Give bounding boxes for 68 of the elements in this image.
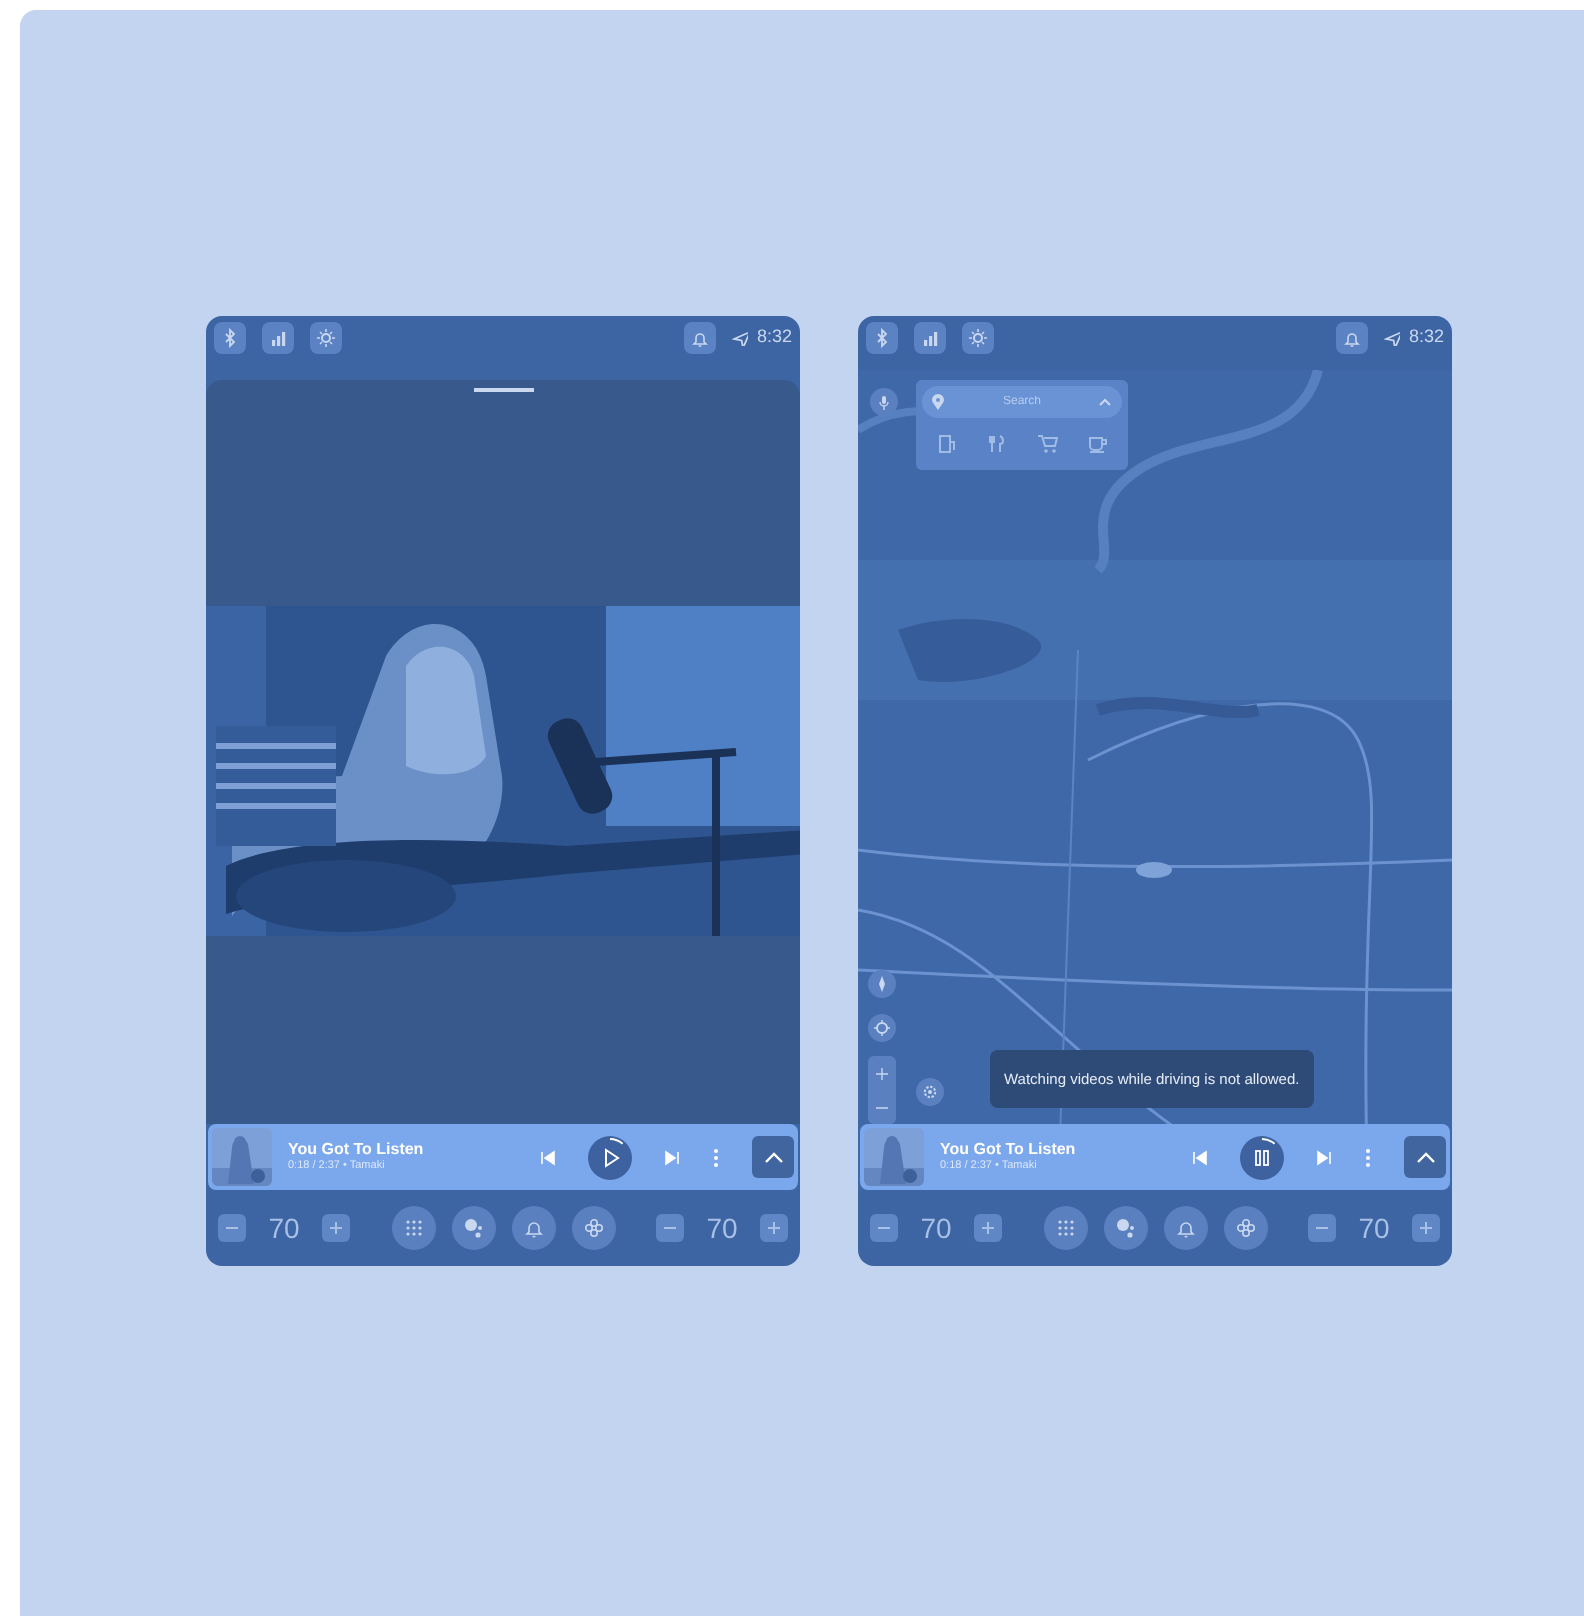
decrease-button[interactable] xyxy=(218,1214,246,1242)
play-button[interactable] xyxy=(588,1135,632,1179)
fan-button[interactable] xyxy=(571,1206,615,1250)
decrease-button[interactable] xyxy=(656,1214,684,1242)
decrease-button[interactable] xyxy=(870,1214,898,1242)
minus-icon xyxy=(878,1226,890,1230)
fan-icon xyxy=(1235,1218,1255,1238)
bluetooth-button[interactable] xyxy=(214,322,246,354)
more-options-button[interactable] xyxy=(712,1147,720,1167)
app-grid-button[interactable] xyxy=(1043,1206,1087,1250)
dots-icon xyxy=(1115,1218,1135,1238)
bell-icon xyxy=(690,328,711,348)
app-grid-button[interactable] xyxy=(391,1206,435,1250)
minus-icon xyxy=(1316,1226,1328,1230)
grid-icon xyxy=(403,1218,423,1238)
plus-icon xyxy=(330,1222,342,1234)
clock-time: 8:32 xyxy=(756,324,792,351)
brightness-button[interactable] xyxy=(962,322,994,354)
plus-icon xyxy=(1420,1222,1432,1234)
skip-next-icon xyxy=(664,1149,680,1165)
dots-icon xyxy=(463,1218,483,1238)
bell-icon xyxy=(1342,328,1363,348)
clock-time: 8:32 xyxy=(1408,324,1444,351)
chevron-up-icon xyxy=(763,1151,783,1163)
drag-handle[interactable] xyxy=(473,388,533,392)
notification-button[interactable] xyxy=(511,1206,555,1250)
temperature-value: 70 xyxy=(1356,1209,1392,1247)
previous-button[interactable] xyxy=(540,1149,556,1165)
plus-icon xyxy=(768,1222,780,1234)
bell-icon xyxy=(1175,1218,1195,1238)
play-icon xyxy=(588,1136,632,1181)
skip-previous-icon xyxy=(540,1149,556,1165)
more-options-icon xyxy=(712,1147,720,1167)
decrease-button[interactable] xyxy=(1308,1214,1336,1242)
brightness-button[interactable] xyxy=(310,322,342,354)
bluetooth-button[interactable] xyxy=(866,322,898,354)
temperature-value: 70 xyxy=(918,1209,954,1247)
brightness-icon xyxy=(316,328,336,348)
navigation-icon xyxy=(732,330,749,346)
assistant-button[interactable] xyxy=(1103,1206,1147,1250)
bluetooth-icon xyxy=(872,328,892,348)
signal-button[interactable] xyxy=(914,322,946,354)
minus-icon xyxy=(226,1226,238,1230)
bluetooth-icon xyxy=(220,328,240,348)
expand-button[interactable] xyxy=(752,1136,794,1178)
increase-button[interactable] xyxy=(1412,1214,1440,1242)
increase-button[interactable] xyxy=(760,1214,788,1242)
navigation-icon xyxy=(1384,330,1401,346)
plus-icon xyxy=(982,1222,994,1234)
minus-icon xyxy=(664,1226,676,1230)
assistant-button[interactable] xyxy=(451,1206,495,1250)
fan-button[interactable] xyxy=(1223,1206,1267,1250)
increase-button[interactable] xyxy=(974,1214,1002,1242)
song-title: You Got To Listen xyxy=(288,1141,424,1160)
brightness-icon xyxy=(968,328,988,348)
bell-icon xyxy=(523,1218,543,1238)
grid-icon xyxy=(1055,1218,1075,1238)
signal-icon xyxy=(920,328,940,348)
next-button[interactable] xyxy=(664,1149,680,1165)
increase-button[interactable] xyxy=(322,1214,350,1242)
notification-button[interactable] xyxy=(1163,1206,1207,1250)
temperature-value: 70 xyxy=(266,1209,302,1247)
notification-button[interactable] xyxy=(1336,322,1369,354)
notification-button[interactable] xyxy=(684,322,717,354)
fan-icon xyxy=(583,1218,603,1238)
signal-icon xyxy=(268,328,288,348)
temperature-value: 70 xyxy=(704,1209,740,1247)
signal-button[interactable] xyxy=(262,322,294,354)
